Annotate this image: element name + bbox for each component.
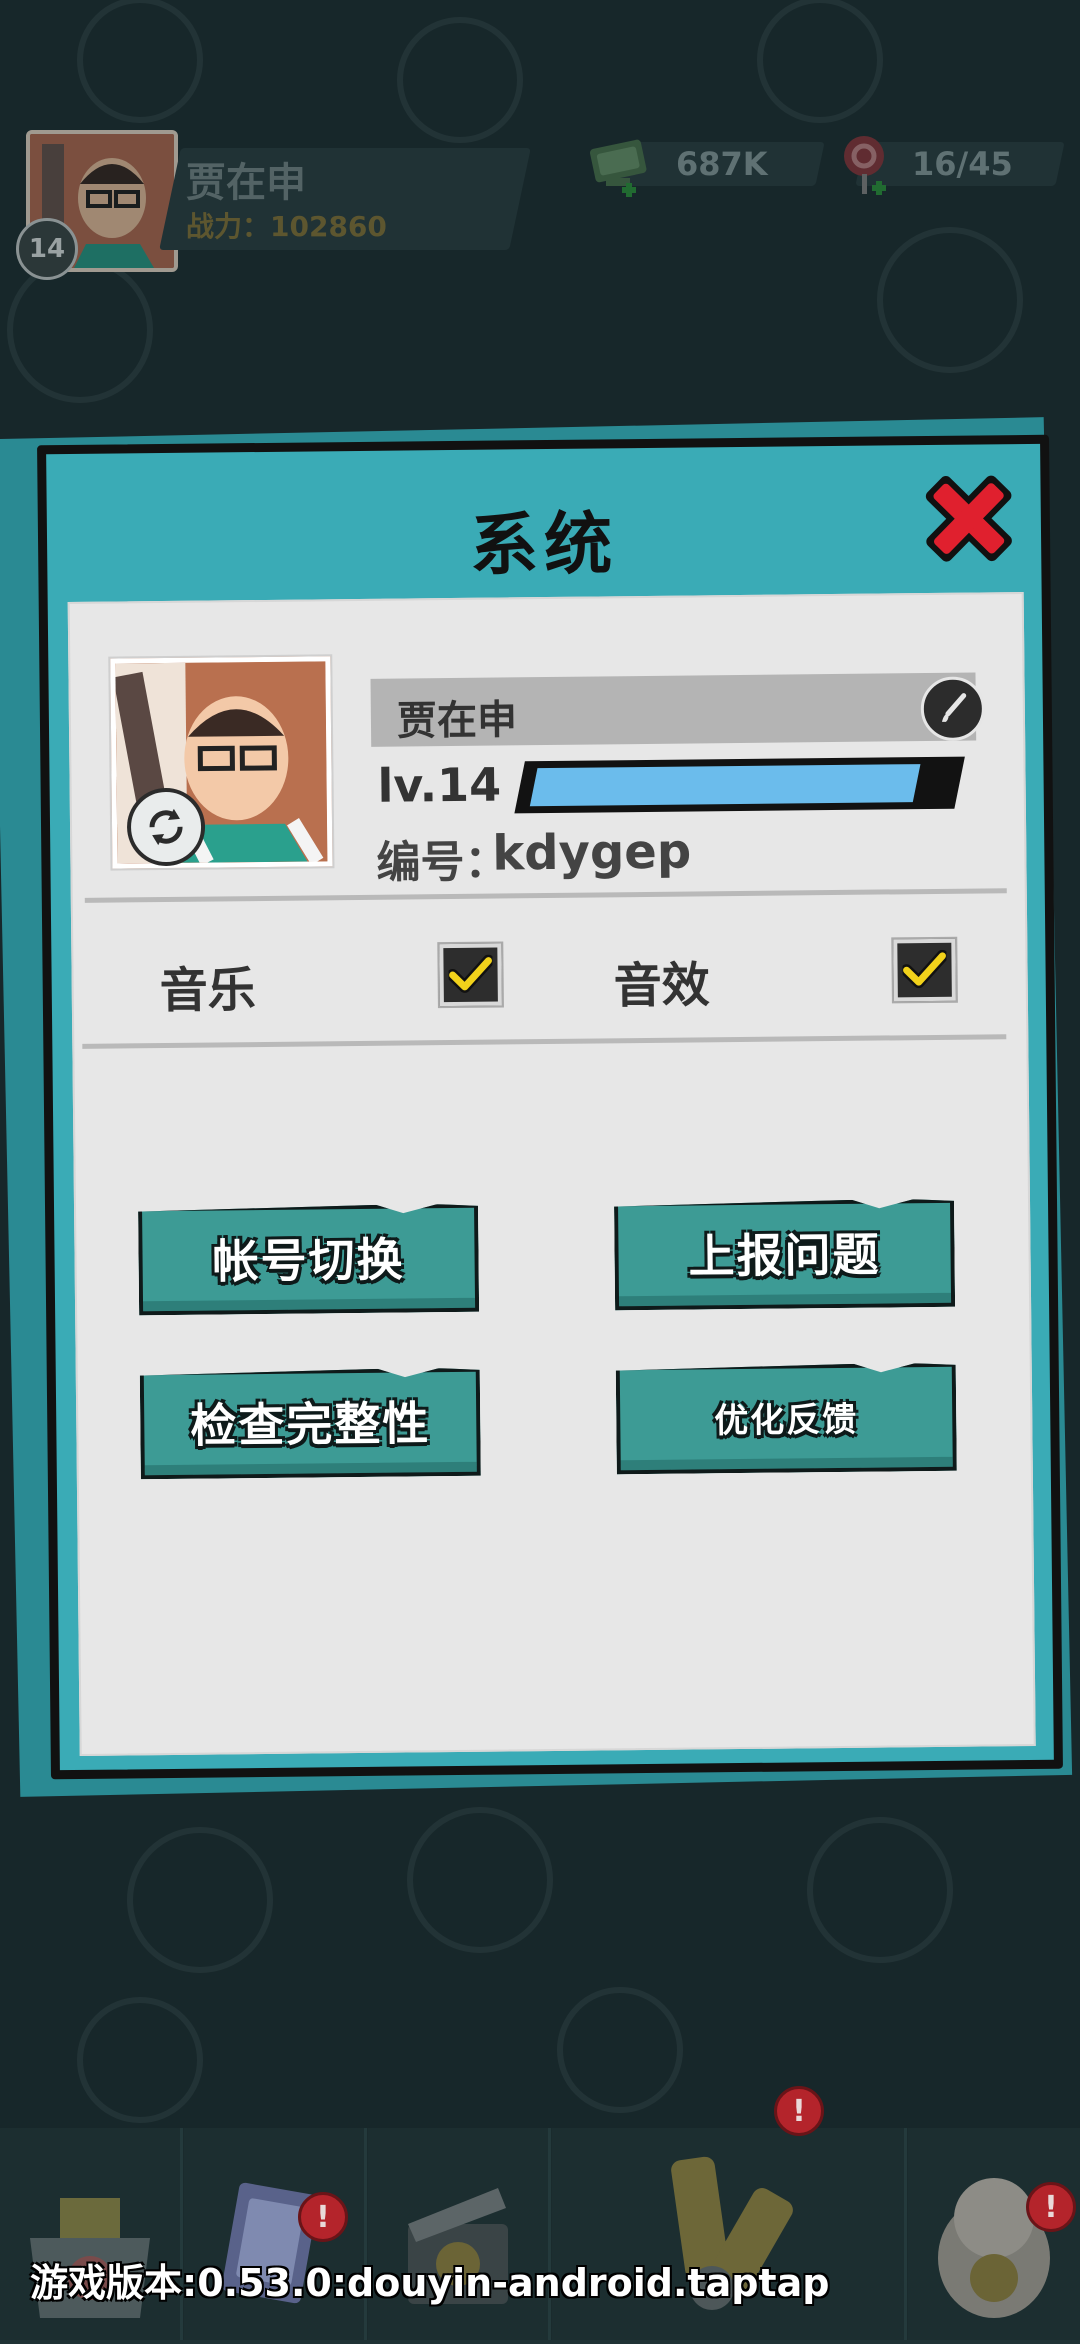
nav-item-shop[interactable]	[0, 2128, 183, 2340]
nav-item-lucky-cat[interactable]: !	[908, 2128, 1080, 2340]
notification-badge: !	[1026, 2182, 1076, 2232]
level-text: lv.14	[377, 757, 502, 813]
notification-badge: !	[298, 2192, 348, 2242]
checkmark-icon	[448, 954, 493, 993]
cash-icon[interactable]	[588, 130, 652, 200]
player-name: 贾在申	[186, 160, 306, 206]
version-text: 游戏版本:0.53.0:douyin-android.taptap	[30, 2261, 830, 2305]
xp-progress-bar	[514, 756, 965, 814]
music-label: 音乐	[159, 962, 257, 1020]
system-modal: 系统 贾在申 lv.14 编号： kdygep 音乐 音效 帐号切换 上报问题 …	[37, 434, 1063, 1780]
spyglass-icon	[671, 2156, 793, 2310]
check-integrity-label: 检查完整性	[190, 1396, 431, 1453]
xp-progress-fill	[529, 764, 921, 807]
cash-amount: 687K	[676, 145, 768, 183]
refresh-icon	[149, 808, 183, 846]
nav-item-video[interactable]	[368, 2128, 551, 2340]
edit-name-button[interactable]	[920, 676, 986, 742]
lucky-cat-icon	[938, 2178, 1050, 2318]
shop-basket-icon	[30, 2198, 150, 2318]
refresh-avatar-button[interactable]	[126, 787, 206, 867]
brush-edit-icon	[941, 693, 967, 722]
player-power: 战力：102860	[186, 210, 387, 243]
checkmark-icon	[902, 949, 947, 989]
energy-amount: 16/45	[912, 145, 1013, 183]
close-icon[interactable]	[914, 464, 1023, 573]
divider	[82, 1034, 1007, 1049]
nav-item-tools[interactable]: !	[552, 2086, 907, 2340]
nickname-text: 贾在申	[396, 697, 518, 745]
player-id-value: kdygep	[492, 823, 692, 882]
clapperboard-icon	[408, 2188, 508, 2304]
divider	[84, 888, 1007, 903]
switch-account-label: 帐号切换	[212, 1232, 405, 1289]
lollipop-energy-icon[interactable]	[836, 132, 896, 198]
report-issue-label: 上报问题	[688, 1227, 881, 1284]
modal-title: 系统	[469, 505, 619, 586]
top-bar: 14 贾在申 战力：102860 687K 16/45	[0, 0, 1080, 300]
feedback-label: 优化反馈	[714, 1399, 859, 1441]
bottom-nav: ! ! !	[0, 2086, 1080, 2340]
check-integrity-button[interactable]: 检查完整性	[140, 1368, 481, 1484]
feedback-button[interactable]: 优化反馈	[616, 1363, 957, 1479]
player-id-label: 编号：	[376, 836, 509, 889]
sfx-label: 音效	[613, 957, 711, 1015]
switch-account-button[interactable]: 帐号切换	[138, 1204, 479, 1320]
player-level-badge: 14	[16, 218, 78, 280]
nav-item-cards[interactable]: !	[184, 2128, 367, 2340]
report-issue-button[interactable]: 上报问题	[614, 1199, 955, 1315]
notification-badge: !	[774, 2086, 824, 2136]
sfx-checkbox[interactable]	[893, 938, 956, 1002]
settings-panel: 贾在申 lv.14 编号： kdygep 音乐 音效 帐号切换 上报问题 检查完…	[67, 592, 1036, 1756]
music-checkbox[interactable]	[439, 943, 502, 1007]
